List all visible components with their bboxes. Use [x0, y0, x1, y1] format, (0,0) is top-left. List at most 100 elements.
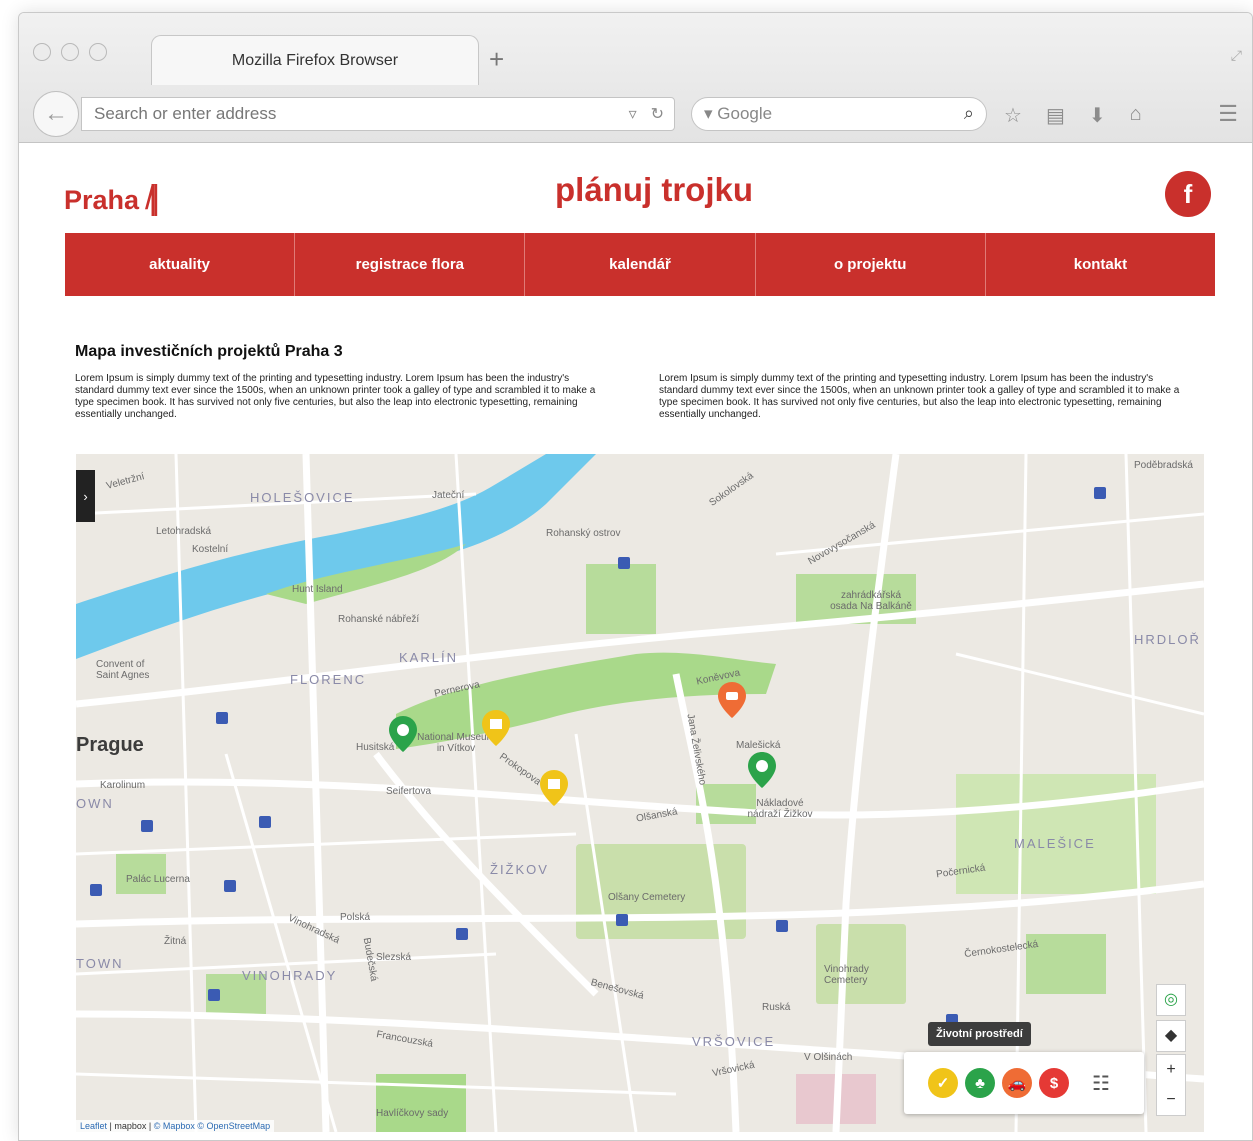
- fullscreen-icon[interactable]: ⤢: [1231, 47, 1242, 64]
- leaflet-link[interactable]: Leaflet: [80, 1121, 107, 1131]
- logo-bars: /||: [145, 179, 160, 217]
- place-havlickovy-sady: Havlíčkovy sady: [376, 1108, 449, 1119]
- street-jatecni: Jateční: [432, 490, 465, 501]
- search-icon[interactable]: ⌕: [964, 103, 974, 124]
- place-palac-lucerna: Palác Lucerna: [126, 874, 190, 885]
- zoom-control: + −: [1156, 1054, 1186, 1116]
- tab-title: Mozilla Firefox Browser: [231, 51, 399, 69]
- address-placeholder: Search or enter address: [94, 104, 277, 123]
- filter-construction-button[interactable]: ✓: [928, 1068, 958, 1098]
- district-malesice: MALEŠICE: [1014, 836, 1096, 851]
- dropdown-icon[interactable]: ▿: [629, 104, 637, 124]
- street-letohradska: Letohradská: [156, 526, 212, 537]
- dollar-icon: $: [1049, 1074, 1059, 1092]
- search-engine-label: Google: [717, 104, 773, 123]
- district-own: OWN: [76, 796, 114, 811]
- project-pin-construction-2[interactable]: [540, 770, 568, 806]
- intro-paragraph-right: Lorem Ipsum is simply dummy text of the …: [659, 373, 1180, 420]
- zoom-out-button[interactable]: −: [1156, 1085, 1186, 1115]
- web-page: Praha /|| plánuj trojku f aktuality regi…: [19, 143, 1252, 1140]
- street-rohanske-nabrezi: Rohanské nábřeží: [338, 614, 420, 625]
- filter-finance-button[interactable]: $: [1039, 1068, 1069, 1098]
- nav-item-o-projektu[interactable]: o projektu: [756, 233, 986, 296]
- downloads-icon[interactable]: ⬇: [1089, 103, 1106, 128]
- project-pin-environment-2[interactable]: [748, 752, 776, 788]
- reading-list-icon[interactable]: ▤: [1046, 103, 1065, 128]
- zoom-in-button[interactable]: +: [1156, 1055, 1186, 1085]
- browser-window: Mozilla Firefox Browser + ⤢ ← Search or …: [18, 12, 1253, 1141]
- label-karolinum: Karolinum: [100, 780, 146, 791]
- mapbox-link[interactable]: © Mapbox: [154, 1121, 195, 1131]
- street-ruska: Ruská: [762, 1002, 791, 1013]
- district-holesovice: HOLEŠOVICE: [250, 490, 355, 505]
- construction-icon: ✓: [936, 1075, 950, 1092]
- browser-tab[interactable]: Mozilla Firefox Browser: [151, 35, 479, 85]
- filter-environment-button[interactable]: ♣: [965, 1068, 995, 1098]
- locate-control: ◎: [1156, 984, 1186, 1016]
- place-olsany-cemetery: Olšany Cemetery: [608, 892, 686, 903]
- search-engine-chevron-icon[interactable]: ▾: [704, 104, 717, 124]
- address-bar[interactable]: Search or enter address ▿ ↻: [81, 97, 675, 131]
- street-zitna: Žitná: [164, 936, 187, 947]
- street-kostelni: Kostelní: [192, 544, 229, 555]
- place-podebradska: Poděbradská: [1134, 460, 1193, 471]
- project-pin-construction[interactable]: [482, 710, 510, 746]
- place-convent: Convent of Saint Agnes: [96, 659, 150, 681]
- logo-text: Praha: [64, 185, 140, 215]
- investment-map[interactable]: › HOLEŠOVICE KARLÍN FLORENC ŽIŽKOV VINOH…: [76, 454, 1204, 1132]
- nav-item-kontakt[interactable]: kontakt: [986, 233, 1215, 296]
- project-pin-environment[interactable]: [389, 716, 417, 752]
- mapbox-logo: mapbox: [114, 1121, 147, 1131]
- tree-icon: ♣: [975, 1074, 985, 1092]
- filter-tooltip: Životní prostředí: [928, 1022, 1031, 1046]
- map-sidebar-toggle[interactable]: ›: [76, 470, 95, 522]
- place-vinohrady-cemetery: Vinohrady Cemetery: [824, 964, 869, 986]
- attribution-separator-2: |: [146, 1121, 154, 1131]
- filter-transport-button[interactable]: 🚗: [1002, 1068, 1032, 1098]
- layers-icon[interactable]: ◆: [1156, 1021, 1186, 1051]
- main-navigation: aktuality registrace flora kalendář o pr…: [65, 233, 1215, 296]
- sliders-icon[interactable]: ☷: [1092, 1071, 1110, 1096]
- back-arrow-icon[interactable]: ←: [33, 91, 79, 137]
- window-controls: [33, 43, 107, 61]
- map-base: [76, 454, 1204, 1132]
- havlickovy-park: [376, 1074, 466, 1132]
- place-zahradkarska-osada: zahrádkářská osada Na Balkáně: [830, 590, 912, 612]
- osm-link[interactable]: © OpenStreetMap: [197, 1121, 270, 1131]
- locate-icon[interactable]: ◎: [1156, 985, 1186, 1015]
- page-title: Mapa investičních projektů Praha 3: [75, 343, 343, 360]
- street-malesicka: Malešická: [736, 740, 781, 751]
- nav-item-registrace-flora[interactable]: registrace flora: [295, 233, 526, 296]
- district-vinohrady: VINOHRADY: [242, 968, 338, 983]
- search-box[interactable]: ▾ Google ⌕: [691, 97, 987, 131]
- district-karlin: KARLÍN: [399, 650, 458, 665]
- bookmark-star-icon[interactable]: ☆: [1004, 103, 1022, 128]
- intro-paragraph-left: Lorem Ipsum is simply dummy text of the …: [75, 373, 596, 420]
- street-slezska: Slezská: [376, 952, 412, 963]
- street-v-olsinach: V Olšinách: [804, 1052, 853, 1063]
- home-icon[interactable]: ⌂: [1130, 103, 1142, 128]
- street-seifertova: Seifertova: [386, 786, 432, 797]
- facebook-button[interactable]: f: [1165, 171, 1211, 217]
- category-filter-bar: ✓ ♣ 🚗 $ ☷: [904, 1052, 1144, 1114]
- new-tab-button[interactable]: +: [489, 46, 504, 72]
- nav-item-aktuality[interactable]: aktuality: [65, 233, 296, 296]
- city-label-prague: Prague: [76, 734, 144, 756]
- project-pin-transport[interactable]: [718, 682, 746, 718]
- minimize-window-button[interactable]: [61, 43, 79, 61]
- district-florenc: FLORENC: [290, 672, 367, 687]
- park-block-1: [586, 564, 656, 634]
- layers-control: ◆: [1156, 1020, 1186, 1052]
- site-tagline: plánuj trojku: [555, 171, 753, 208]
- street-polska: Polská: [340, 912, 371, 923]
- nav-item-kalendar[interactable]: kalendář: [525, 233, 756, 296]
- place-nakladove-nadrazi: Nákladové nádraží Žižkov: [747, 798, 813, 820]
- river-vltava: [76, 454, 596, 659]
- maximize-window-button[interactable]: [89, 43, 107, 61]
- map-attribution: Leaflet | mapbox | © Mapbox © OpenStreet…: [76, 1120, 275, 1132]
- reload-icon[interactable]: ↻: [651, 104, 664, 124]
- place-rohansky-ostrov: Rohanský ostrov: [546, 528, 621, 539]
- menu-icon[interactable]: ☰: [1218, 101, 1238, 127]
- praha-logo[interactable]: Praha /||: [64, 179, 160, 218]
- close-window-button[interactable]: [33, 43, 51, 61]
